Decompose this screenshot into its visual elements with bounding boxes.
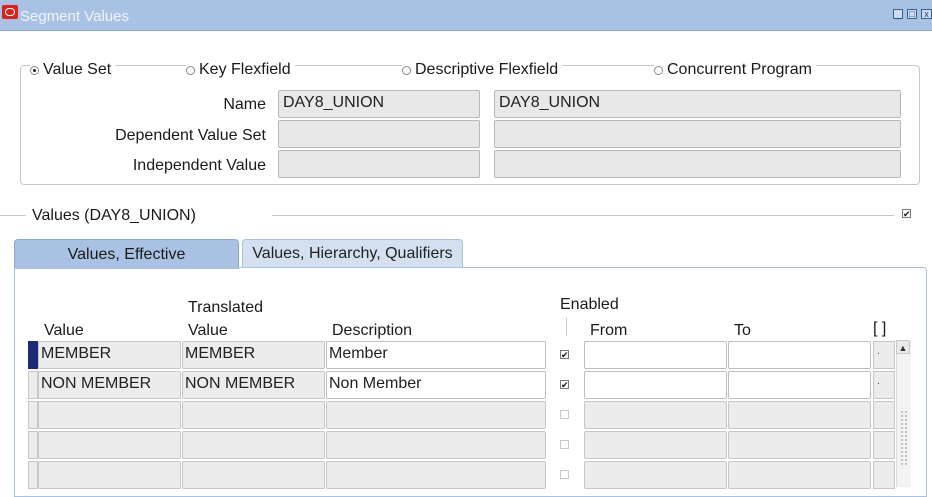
translated-value-cell[interactable]	[182, 461, 325, 489]
col-header-to: To	[734, 322, 751, 339]
dependent-value-set-field[interactable]	[278, 120, 480, 148]
row-selector[interactable]	[28, 431, 38, 459]
radio-selected-icon	[30, 65, 39, 75]
to-date-cell[interactable]	[728, 461, 871, 489]
radio-concurrent-program[interactable]: Concurrent Program	[654, 60, 816, 80]
value-cell[interactable]	[38, 401, 181, 429]
row-selector[interactable]	[28, 341, 38, 369]
radio-label: Descriptive Flexfield	[415, 61, 559, 78]
dff-cell[interactable]: .	[873, 341, 895, 369]
translated-value-cell[interactable]: NON MEMBER	[182, 371, 325, 399]
independent-description-field[interactable]	[494, 150, 901, 178]
col-header-from: From	[590, 322, 628, 339]
col-header-extra: [ ]	[873, 320, 887, 337]
enabled-divider	[566, 318, 567, 336]
col-header-description: Description	[332, 322, 413, 339]
from-date-cell[interactable]	[584, 341, 727, 369]
independent-value-label: Independent Value	[132, 157, 266, 174]
oracle-logo-icon	[2, 5, 18, 19]
description-cell[interactable]: Non Member	[326, 371, 546, 399]
scroll-up-icon[interactable]: ▲	[896, 340, 910, 354]
description-cell[interactable]	[326, 431, 546, 459]
col-header-value: Value	[44, 322, 84, 339]
row-selector[interactable]	[28, 401, 38, 429]
translated-value-cell[interactable]	[182, 431, 325, 459]
value-cell[interactable]: MEMBER	[38, 341, 181, 369]
translated-value-cell[interactable]	[182, 401, 325, 429]
from-date-cell[interactable]	[584, 401, 727, 429]
radio-icon	[654, 65, 663, 75]
value-cell[interactable]: NON MEMBER	[38, 371, 181, 399]
scroll-grip[interactable]	[900, 410, 908, 465]
dependent-description-field[interactable]	[494, 120, 901, 148]
enabled-checkbox[interactable]: ✔	[560, 350, 569, 360]
window-title: Segment Values	[20, 8, 129, 25]
description-cell[interactable]: Member	[326, 341, 546, 369]
dff-cell[interactable]	[873, 401, 895, 429]
enabled-checkbox[interactable]	[560, 410, 569, 419]
to-date-cell[interactable]	[728, 341, 871, 369]
dff-cell[interactable]: .	[873, 371, 895, 399]
row-selector[interactable]	[28, 371, 38, 399]
from-date-cell[interactable]	[584, 371, 727, 399]
from-date-cell[interactable]	[584, 431, 727, 459]
value-cell[interactable]	[38, 431, 181, 459]
enabled-checkbox[interactable]	[560, 440, 569, 449]
dff-cell[interactable]	[873, 461, 895, 489]
description-cell[interactable]	[326, 461, 546, 489]
maximize-icon[interactable]: □	[907, 9, 917, 19]
to-date-cell[interactable]	[728, 431, 871, 459]
radio-label: Value Set	[43, 61, 112, 78]
col-header-translated: Translated	[188, 299, 263, 316]
radio-icon	[186, 65, 195, 75]
section-divider-right	[272, 215, 894, 216]
description-cell[interactable]	[326, 401, 546, 429]
name-field[interactable]: DAY8_UNION	[278, 90, 480, 118]
value-cell[interactable]	[38, 461, 181, 489]
from-date-cell[interactable]	[584, 461, 727, 489]
section-checkbox[interactable]: ✔	[902, 209, 911, 219]
name-description-field[interactable]: DAY8_UNION	[494, 90, 901, 118]
section-divider-left	[0, 215, 26, 216]
col-header-enabled: Enabled	[560, 296, 619, 313]
title-bar	[0, 0, 932, 31]
tab-values-hierarchy-qualifiers[interactable]: Values, Hierarchy, Qualifiers	[242, 239, 463, 267]
independent-value-field[interactable]	[278, 150, 480, 178]
translated-value-cell[interactable]: MEMBER	[182, 341, 325, 369]
radio-value-set[interactable]: Value Set	[30, 60, 116, 80]
values-section-title: Values (DAY8_UNION)	[32, 207, 196, 224]
radio-label: Concurrent Program	[667, 61, 812, 78]
row-selector[interactable]	[28, 461, 38, 489]
close-icon[interactable]: x	[921, 9, 932, 19]
enabled-checkbox[interactable]	[560, 470, 569, 479]
radio-descriptive-flexfield[interactable]: Descriptive Flexfield	[402, 60, 563, 80]
tab-values-effective[interactable]: Values, Effective	[14, 239, 239, 269]
col-header-translated-value: Value	[188, 322, 228, 339]
to-date-cell[interactable]	[728, 401, 871, 429]
to-date-cell[interactable]	[728, 371, 871, 399]
radio-key-flexfield[interactable]: Key Flexfield	[186, 60, 295, 80]
name-label: Name	[223, 96, 266, 113]
radio-icon	[402, 65, 411, 75]
dff-cell[interactable]	[873, 431, 895, 459]
enabled-checkbox[interactable]: ✔	[560, 380, 569, 390]
minimize-icon[interactable]: _	[893, 9, 903, 19]
dependent-value-set-label: Dependent Value Set	[115, 127, 266, 144]
radio-label: Key Flexfield	[199, 61, 291, 78]
